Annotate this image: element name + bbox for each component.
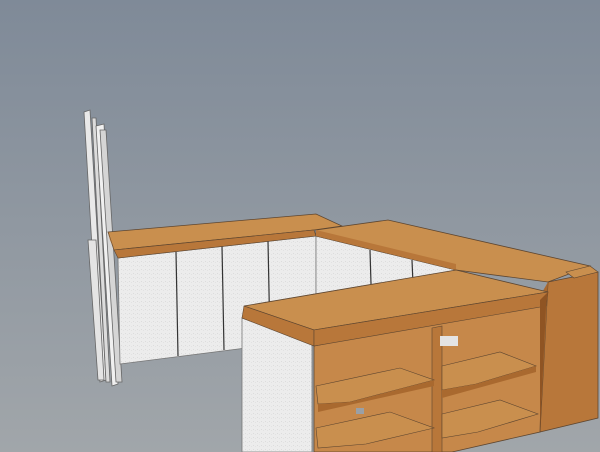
furniture-3d-model xyxy=(0,0,600,452)
3d-viewport[interactable] xyxy=(0,0,600,452)
